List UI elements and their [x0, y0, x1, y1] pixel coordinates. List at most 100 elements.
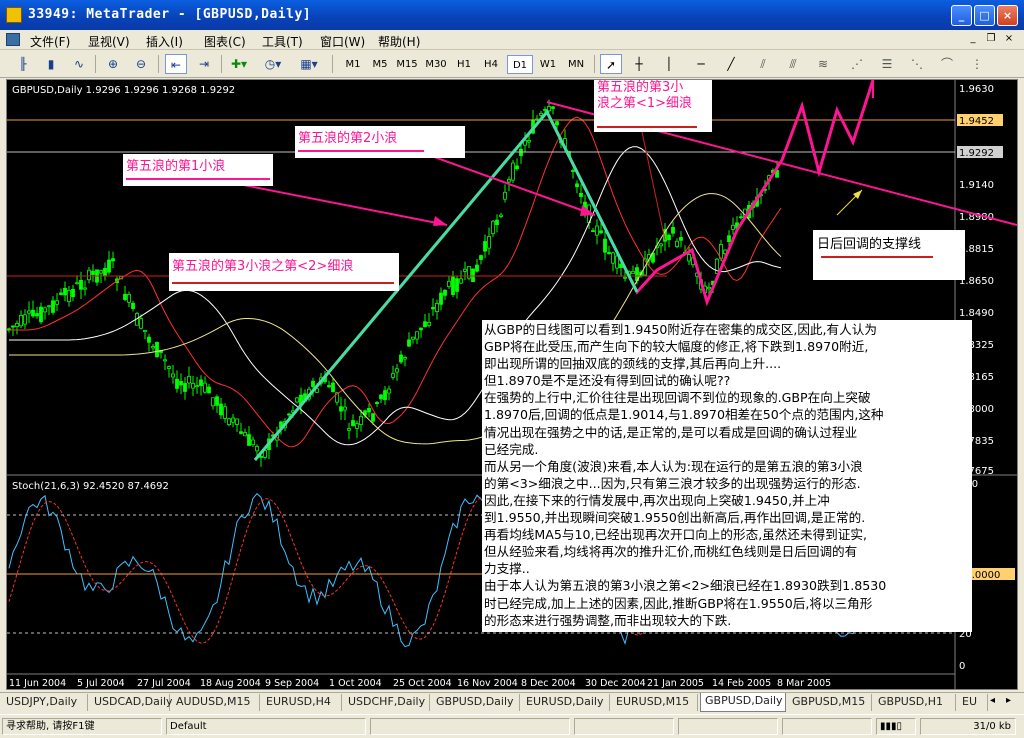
auto-scroll-icon[interactable]: ⇤ — [165, 54, 187, 74]
commentary-line: 情况出现在强势之中的话,是正常的,是可以看成是回调的确认过程业 — [484, 424, 858, 440]
timeframe-m1[interactable]: M1 — [340, 55, 366, 74]
minimize-button[interactable]: _ — [951, 5, 972, 26]
horizontal-line-icon[interactable]: ─ — [690, 54, 712, 74]
candle — [243, 432, 247, 437]
indicators-icon[interactable]: ✚▾ — [228, 54, 250, 74]
date-tick-label: 21 Jan 2005 — [647, 678, 704, 689]
candlestick-icon[interactable]: ▮ — [40, 54, 62, 74]
chart-tab[interactable]: AUDUSD,M15 — [172, 694, 260, 711]
timeframe-mn[interactable]: MN — [563, 55, 589, 74]
chart-shift-icon[interactable]: ⇥ — [193, 54, 215, 74]
candle — [207, 386, 211, 394]
zoom-out-icon[interactable]: ⊖ — [130, 54, 152, 74]
chart-window[interactable]: 1.9630 1.9452 1.9292 1.9140 1.8980 1.8815 1.86… — [6, 79, 1018, 690]
chart-tab[interactable]: GBPUSD,Daily — [432, 694, 520, 711]
equidistant-channel-icon[interactable]: ⫽ — [752, 54, 774, 74]
line-chart-icon[interactable]: ∿ — [68, 54, 90, 74]
vertical-line-icon[interactable]: │ — [658, 54, 680, 74]
menu-help[interactable]: 帮助(H) — [378, 33, 420, 50]
status-bar: 寻求帮助, 请按F1键 Default ▮▮▮▯ 31/0 kb — [0, 714, 1024, 738]
chart-tab[interactable]: USDCHF,Daily — [344, 694, 430, 711]
menu-window[interactable]: 窗口(W) — [320, 33, 365, 50]
maximize-button[interactable]: □ — [974, 5, 995, 26]
menu-tools[interactable]: 工具(T) — [262, 33, 303, 50]
timeframe-m15[interactable]: M15 — [394, 55, 420, 74]
menu-view[interactable]: 显视(V) — [88, 33, 130, 50]
status-traffic: 31/0 kb — [920, 718, 1016, 735]
candle — [511, 162, 515, 181]
candle — [599, 230, 603, 234]
timeframe-w1[interactable]: W1 — [535, 55, 561, 74]
tab-scroll-right-icon[interactable]: ▸ — [1006, 695, 1011, 706]
chart-tab[interactable]: EURUSD,Daily — [522, 694, 610, 711]
date-tick-label: 11 Jun 2004 — [9, 678, 66, 689]
candle — [383, 390, 387, 401]
candle — [515, 165, 519, 170]
status-empty-2 — [574, 718, 674, 735]
mdi-restore-button[interactable]: ❐ — [983, 32, 999, 47]
tab-scroll-left-icon[interactable]: ◂ — [990, 695, 995, 706]
candle — [611, 252, 615, 264]
regression-channel-icon[interactable]: ≋ — [812, 54, 834, 74]
timeframe-h1[interactable]: H1 — [451, 55, 477, 74]
candle — [503, 191, 507, 200]
fibo-retracement-icon[interactable]: ☰ — [876, 54, 898, 74]
candle — [675, 240, 679, 247]
chart-tab[interactable]: EURUSD,H4 — [262, 694, 342, 711]
close-button[interactable]: × — [997, 5, 1018, 26]
candle — [407, 339, 411, 347]
candle — [595, 225, 599, 236]
candle — [143, 330, 147, 333]
candle — [411, 336, 415, 340]
chart-toolbar: ╟ ▮ ∿ ⊕ ⊖ ⇤ ⇥ ✚▾ ◷▾ ▦▾ M1 M5 M15 M30 H1 … — [0, 50, 1024, 78]
mdi-close-button[interactable]: × — [1001, 32, 1017, 47]
crosshair-icon[interactable]: ┼ — [628, 54, 650, 74]
chart-tab[interactable]: EURUSD,M15 — [612, 694, 698, 711]
status-empty-4 — [782, 718, 872, 735]
candle — [355, 423, 359, 429]
symbol-info-label: GBPUSD,Daily 1.9296 1.9296 1.9268 1.9292 — [12, 85, 236, 96]
templates-icon[interactable]: ▦▾ — [298, 54, 320, 74]
candle — [63, 287, 67, 296]
std-deviation-channel-icon[interactable]: ⫻ — [782, 54, 804, 74]
chart-tab[interactable]: GBPUSD,Daily — [700, 693, 786, 712]
chart-tab[interactable]: USDCAD,Daily — [90, 694, 173, 711]
fibo-channel-icon[interactable]: ⋮ — [966, 54, 988, 74]
timeframe-d1[interactable]: D1 — [507, 55, 533, 74]
commentary-line: 的第<3>细浪之中...因为,只有第三浪才较多的出现强势运行的形态. — [484, 475, 861, 491]
timeframe-h4[interactable]: H4 — [478, 55, 504, 74]
candle — [483, 241, 487, 252]
cursor-arrow-icon[interactable]: ➚ — [600, 54, 622, 74]
candle — [367, 408, 371, 413]
candle — [19, 314, 23, 327]
timeframe-m30[interactable]: M30 — [423, 55, 449, 74]
trendline-icon[interactable]: ╱ — [720, 54, 742, 74]
candle — [479, 255, 483, 260]
candle — [43, 307, 47, 313]
menu-charts[interactable]: 图表(C) — [204, 33, 246, 50]
chart-tab[interactable]: GBPUSD,M15 — [788, 694, 872, 711]
chart-tab[interactable]: USDJPY,Daily — [2, 694, 88, 711]
candle — [83, 287, 87, 290]
candle — [615, 255, 619, 269]
chart-tab[interactable]: EU — [958, 694, 988, 711]
bar-chart-icon[interactable]: ╟ — [12, 54, 34, 74]
menu-file[interactable]: 文件(F) — [30, 33, 70, 50]
date-tick-label: 8 Mar 2005 — [777, 678, 831, 689]
candle — [67, 289, 71, 303]
candle — [199, 379, 203, 387]
chart-tab[interactable]: GBPUSD,H1 — [874, 694, 956, 711]
fibo-arcs-icon[interactable]: ⌒ — [936, 54, 958, 74]
chart-tabs: USDJPY,Daily USDCAD,Daily AUDUSD,M15 EURUSD… — [0, 692, 1024, 712]
mdi-minimize-button[interactable]: _ — [965, 32, 981, 47]
menu-insert[interactable]: 插入(I) — [146, 33, 183, 50]
candle — [27, 310, 31, 314]
candle — [147, 336, 151, 343]
fibo-fan-icon[interactable]: ⋱ — [906, 54, 928, 74]
candle — [391, 373, 395, 378]
price-tick-label: 1.9292 — [959, 148, 994, 159]
gann-fan-icon[interactable]: ⋰ — [846, 54, 868, 74]
periods-clock-icon[interactable]: ◷▾ — [262, 54, 284, 74]
zoom-in-icon[interactable]: ⊕ — [102, 54, 124, 74]
timeframe-m5[interactable]: M5 — [367, 55, 393, 74]
